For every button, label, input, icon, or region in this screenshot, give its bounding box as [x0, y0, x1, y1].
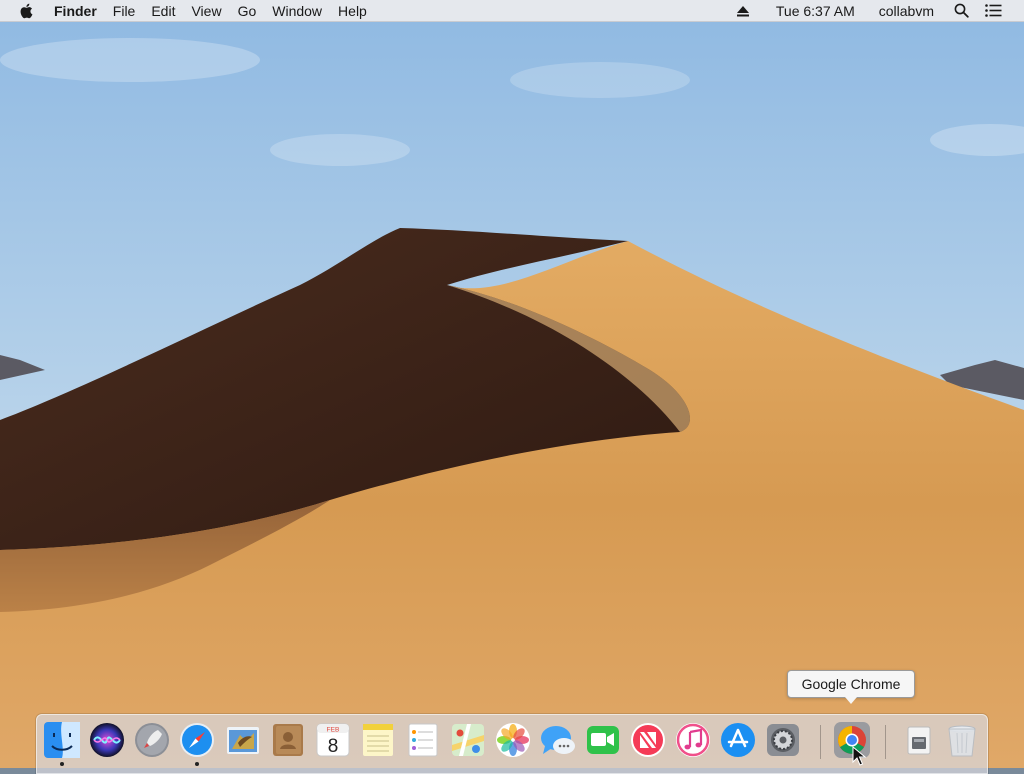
menu-edit[interactable]: Edit — [143, 0, 183, 22]
siri-icon[interactable] — [88, 721, 126, 759]
dock-separator — [885, 725, 886, 759]
downloads-stack-icon[interactable] — [899, 721, 937, 759]
menu-file[interactable]: File — [105, 0, 144, 22]
dock-separator — [820, 725, 821, 759]
safari-running-indicator — [195, 762, 199, 766]
safari-icon[interactable] — [178, 721, 216, 759]
news-icon[interactable] — [629, 721, 667, 759]
notes-icon[interactable] — [359, 721, 397, 759]
dock-tooltip: Google Chrome — [787, 670, 915, 704]
cloud — [0, 38, 260, 82]
calendar-day: 8 — [328, 736, 339, 757]
finder-running-indicator — [60, 762, 64, 766]
mouse-cursor-icon — [852, 745, 867, 766]
calendar-icon[interactable]: FEB 8 — [314, 721, 352, 759]
spotlight-search-icon[interactable] — [946, 3, 977, 18]
maps-icon[interactable] — [449, 721, 487, 759]
cloud — [270, 134, 410, 166]
facetime-icon[interactable] — [584, 721, 622, 759]
menu-bar: Finder File Edit View Go Window Help Tue… — [0, 0, 1024, 22]
desktop-wallpaper — [0, 0, 1024, 768]
menu-help[interactable]: Help — [330, 0, 375, 22]
eject-icon[interactable] — [728, 5, 758, 17]
notification-center-icon[interactable] — [977, 4, 1010, 17]
apple-menu-icon[interactable] — [19, 2, 37, 20]
menu-go[interactable]: Go — [230, 0, 265, 22]
photos-icon[interactable] — [494, 721, 532, 759]
menu-view[interactable]: View — [183, 0, 229, 22]
menubar-clock[interactable]: Tue 6:37 AM — [768, 0, 863, 22]
dock: FEB 8 — [36, 714, 988, 774]
calendar-month: FEB — [327, 727, 340, 734]
finder-icon[interactable] — [43, 721, 81, 759]
app-store-icon[interactable] — [719, 721, 757, 759]
itunes-icon[interactable] — [674, 721, 712, 759]
reminders-icon[interactable] — [404, 721, 442, 759]
menu-window[interactable]: Window — [264, 0, 330, 22]
cloud — [510, 62, 690, 98]
messages-icon[interactable] — [539, 721, 577, 759]
contacts-icon[interactable] — [269, 721, 307, 759]
launchpad-icon[interactable] — [133, 721, 171, 759]
menubar-user[interactable]: collabvm — [871, 0, 942, 22]
mail-icon[interactable] — [224, 721, 262, 759]
menu-app-finder[interactable]: Finder — [48, 0, 105, 22]
trash-icon[interactable] — [943, 721, 981, 759]
system-preferences-icon[interactable] — [764, 721, 802, 759]
